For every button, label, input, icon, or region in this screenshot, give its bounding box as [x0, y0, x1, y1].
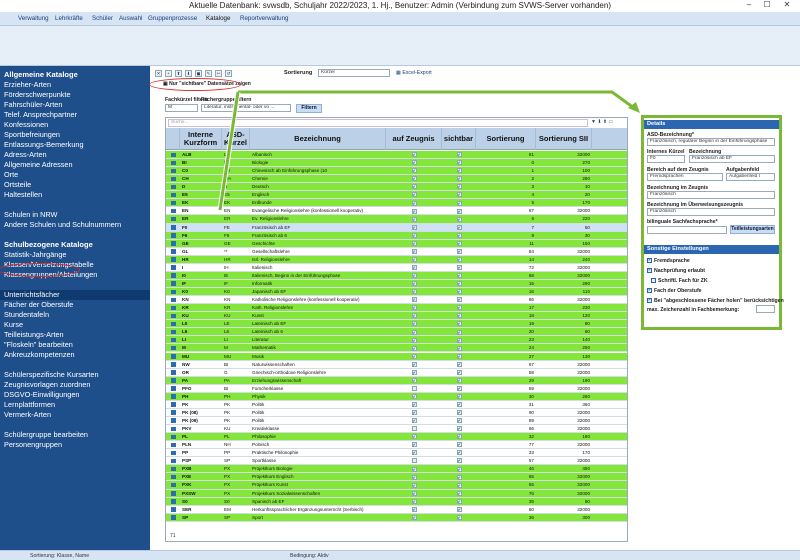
annotation-arrow-line [238, 89, 636, 111]
status-bedingung: Bedingung: Aktiv [290, 553, 329, 559]
annotation-arrow [217, 89, 640, 211]
annotation-arrow-left-inner [218, 91, 240, 211]
status-bar: Sortierung: Klasse, Name Bedingung: Akti… [0, 550, 800, 560]
status-sort: Sortierung: Klasse, Name [30, 553, 90, 559]
